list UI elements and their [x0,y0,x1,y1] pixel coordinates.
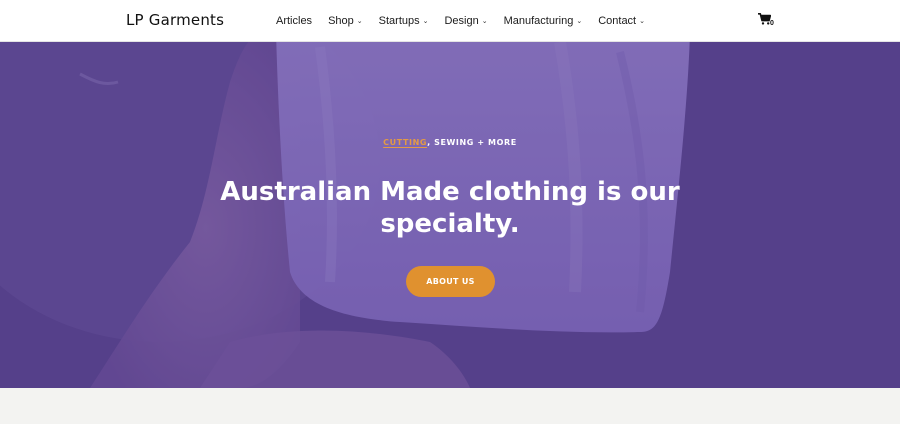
nav-item-articles[interactable]: Articles [276,0,312,42]
nav-item-manufacturing[interactable]: Manufacturing ⌄ [504,0,583,42]
nav-item-label: Contact [598,15,637,27]
nav-item-startups[interactable]: Startups ⌄ [379,0,429,42]
chevron-down-icon: ⌄ [481,18,488,25]
chevron-down-icon: ⌄ [639,18,645,25]
nav-item-label: Design [444,15,479,27]
nav-item-label: Startups [378,15,420,27]
cart-button[interactable]: 0 [758,13,778,29]
site-header: LP Garments Articles Shop ⌄ Startups ⌄ D… [0,0,900,42]
content-section [0,388,900,424]
hero-eyebrow-link[interactable]: CUTTING [383,138,427,147]
hero-section: CUTTING, SEWING + MORE Australian Made c… [0,42,900,388]
nav-item-label: Articles [276,15,313,27]
nav-item-contact[interactable]: Contact ⌄ [598,0,645,42]
hero-eyebrow-text: , SEWING + MORE [427,138,517,147]
site-logo[interactable]: LP Garments [126,11,224,29]
nav-item-design[interactable]: Design ⌄ [444,0,487,42]
chevron-down-icon: ⌄ [356,18,363,25]
nav-item-shop[interactable]: Shop ⌄ [328,0,363,42]
hero-eyebrow: CUTTING, SEWING + MORE [0,138,900,147]
about-us-button[interactable]: ABOUT US [406,266,495,297]
nav-item-label: Shop [328,15,354,27]
cart-count-badge: 0 [770,20,774,27]
main-nav: Articles Shop ⌄ Startups ⌄ Design ⌄ Manu… [276,0,661,42]
chevron-down-icon: ⌄ [576,18,583,25]
chevron-down-icon: ⌄ [422,18,429,25]
hero-headline: Australian Made clothing is our specialt… [220,177,680,239]
nav-item-label: Manufacturing [503,15,574,27]
